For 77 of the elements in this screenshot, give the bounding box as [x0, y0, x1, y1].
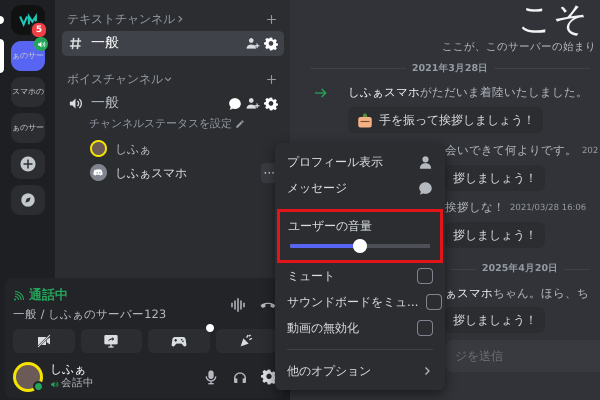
hashtag-icon: [68, 36, 83, 51]
selection-pill: [0, 16, 4, 24]
camera-off-icon: [36, 333, 52, 349]
add-member-icon[interactable]: [246, 96, 260, 110]
person-icon: [418, 154, 433, 170]
waving-hand-icon: [356, 111, 374, 129]
wave-button[interactable]: 拶しましょう！: [445, 165, 545, 191]
channel-name: 一般: [91, 94, 119, 113]
voice-action-button[interactable]: [216, 329, 277, 353]
user-status: 会話中: [61, 376, 94, 392]
menu-item[interactable]: メッセージ: [279, 175, 441, 201]
channel-item[interactable]: 一般: [62, 91, 284, 116]
add-member-icon[interactable]: [246, 36, 260, 50]
user-avatar: [13, 362, 43, 392]
date-divider: 2025年4月20日: [482, 262, 558, 276]
speaker-icon: [68, 96, 83, 111]
compass-icon: [20, 192, 36, 208]
voice-action-button[interactable]: [13, 329, 74, 353]
notification-dot: [206, 324, 214, 332]
message-text: しふぁスマホがただいま着陸いたしました。: [348, 84, 588, 102]
slider-thumb[interactable]: [353, 239, 367, 253]
message-text: ぁスマホちゃん。ほら、ち: [445, 284, 589, 302]
channel-item[interactable]: 一般: [62, 31, 284, 56]
menu-item[interactable]: 他のオプション: [279, 358, 441, 384]
call-location[interactable]: 一般 / しふぁのサーバー123: [13, 306, 229, 323]
settings-icon[interactable]: [264, 96, 278, 110]
menu-item[interactable]: 動画の無効化: [279, 315, 417, 341]
soundboard-icon: [238, 333, 254, 349]
wave-button[interactable]: 拶しましょう！: [445, 307, 545, 334]
checkbox[interactable]: [417, 268, 433, 284]
avatar: [90, 140, 107, 157]
channel-status-hint[interactable]: チャンネルステータスを設定: [89, 116, 232, 132]
settings-icon[interactable]: [264, 36, 278, 50]
settings-icon[interactable]: [261, 369, 277, 385]
menu-item[interactable]: ミュート: [279, 263, 417, 289]
message-text: 会いできて何よりです。: [445, 142, 577, 160]
message-input[interactable]: ジを送信: [445, 340, 600, 372]
timestamp: 2021/03/28 16:06: [510, 202, 586, 214]
chat-bubble-icon: [418, 180, 433, 196]
date-divider: 2021年3月28日: [412, 62, 488, 76]
speaker-icon: [36, 40, 46, 48]
checkbox[interactable]: [426, 294, 442, 310]
wave-button[interactable]: 拶しましょう！: [445, 222, 545, 248]
message-text: 挨拶しな！: [445, 199, 505, 216]
menu-item[interactable]: サウンドボードをミュ...: [279, 289, 426, 315]
server-icon[interactable]: [11, 149, 45, 179]
microphone-icon[interactable]: [203, 369, 219, 385]
server-icon[interactable]: スマホの: [11, 77, 45, 107]
timestamp: 202: [582, 144, 598, 158]
menu-item[interactable]: プロフィール表示: [279, 149, 441, 175]
server-icon[interactable]: ぁのサー: [11, 113, 45, 143]
volume-label: ユーザーの音量: [288, 218, 373, 235]
notification-badge: 5: [30, 21, 48, 39]
welcome-subtitle: ここが、このサーバーの始まり: [442, 40, 597, 55]
voice-action-button[interactable]: [148, 329, 210, 353]
member-name[interactable]: しふぁスマホ: [115, 164, 187, 182]
server-icon[interactable]: [11, 185, 45, 215]
user-name: しふぁ: [50, 362, 87, 376]
voice-action-button[interactable]: [80, 329, 142, 353]
add-server-icon: [19, 155, 37, 173]
screen-share-icon: [103, 333, 120, 349]
checkbox[interactable]: [417, 320, 433, 336]
call-status: 通話中: [29, 287, 68, 306]
channel-name: 一般: [91, 34, 119, 53]
category-header[interactable]: ボイスチャンネル: [67, 70, 163, 88]
category-header[interactable]: テキストチャンネル: [67, 10, 175, 28]
welcome-title: こそ: [518, 0, 589, 38]
plus-icon[interactable]: [265, 12, 278, 26]
signal-icon: [13, 290, 25, 302]
plus-icon[interactable]: [265, 72, 278, 86]
speaker-icon: [50, 380, 59, 388]
chat-bubble-icon[interactable]: [228, 96, 242, 110]
waveform-icon[interactable]: [229, 296, 247, 314]
wave-button[interactable]: 手を振って挨拶しましょう！: [348, 107, 543, 133]
selection-pill: [0, 39, 4, 73]
pencil-icon[interactable]: [235, 119, 245, 130]
member-name[interactable]: しふぁ: [115, 140, 151, 158]
